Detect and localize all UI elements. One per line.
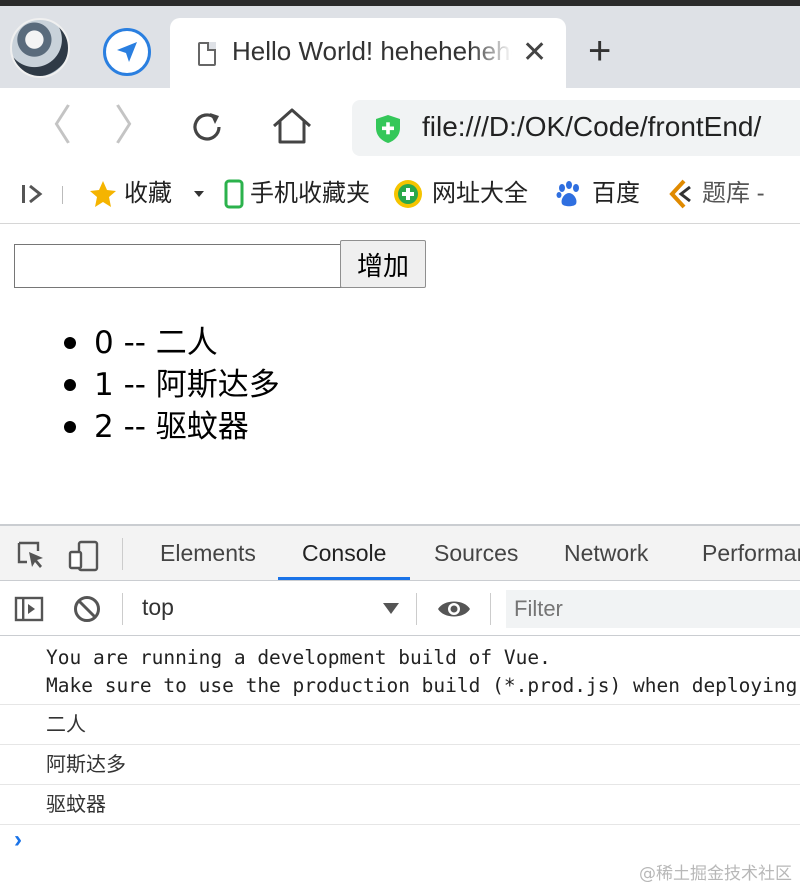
bookmark-label: 百度	[592, 180, 640, 207]
console-message: 阿斯达多	[0, 745, 800, 785]
todo-list: 0 -- 二人 1 -- 阿斯达多 2 -- 驱蚊器	[62, 322, 280, 448]
paw-icon	[556, 181, 579, 207]
inspect-element-icon[interactable]	[16, 540, 46, 570]
address-bar[interactable]: file:///D:/OK/Code/frontEnd/	[352, 100, 800, 156]
tab-active[interactable]: Hello World! hehehehehe ✕	[170, 18, 566, 88]
console-toolbar: top	[0, 582, 800, 636]
toolbar-divider	[416, 593, 417, 625]
page-content: 增加 0 -- 二人 1 -- 阿斯达多 2 -- 驱蚊器	[0, 224, 800, 524]
devtools-panel: Elements Console Sources Network Perform…	[0, 524, 800, 890]
console-message-vue-warning: You are running a development build of V…	[0, 636, 800, 705]
console-output: You are running a development build of V…	[0, 636, 800, 825]
chevron-logo-icon	[669, 179, 691, 209]
document-icon	[198, 42, 216, 66]
tab-title: Hello World! hehehehehe	[232, 36, 512, 66]
eye-icon[interactable]	[436, 594, 472, 624]
watermark: @稀土掘金技术社区	[639, 864, 792, 884]
tab-network[interactable]: Network	[564, 540, 648, 567]
tab-elements[interactable]: Elements	[160, 540, 256, 567]
bookmark-label: 收藏	[124, 180, 172, 207]
bookmark-item-favorites[interactable]: 收藏	[88, 178, 206, 210]
console-prompt[interactable]: ›	[14, 826, 22, 854]
navigation-arrow-icon[interactable]	[103, 28, 151, 76]
close-icon[interactable]: ✕	[522, 38, 547, 68]
sidebar-toggle-icon[interactable]	[18, 180, 46, 208]
console-message: 驱蚊器	[0, 785, 800, 825]
plus-globe-icon	[394, 180, 422, 208]
add-button[interactable]: 增加	[340, 240, 426, 288]
bookmarks-bar: 收藏 手机收藏夹 网址大全 百度 题库 -	[0, 166, 800, 224]
console-line: Make sure to use the production build (*…	[46, 674, 800, 697]
bookmark-label: 手机收藏夹	[250, 180, 370, 207]
context-selector[interactable]: top	[142, 594, 174, 621]
url-text: file:///D:/OK/Code/frontEnd/	[422, 111, 762, 142]
tab-sources[interactable]: Sources	[434, 540, 518, 567]
tab-performance[interactable]: Performance	[702, 540, 800, 567]
console-message: 二人	[0, 705, 800, 745]
browser-toolbar: 〈 〉 file:///D:/OK/Code/frontEnd/	[0, 88, 800, 166]
bookmark-item-mobile[interactable]: 手机收藏夹	[224, 178, 370, 210]
back-button[interactable]: 〈	[30, 105, 72, 147]
bookmarks-divider	[62, 186, 63, 204]
star-icon	[90, 181, 116, 207]
caret-down-icon[interactable]	[383, 603, 399, 614]
toolbar-divider	[122, 593, 123, 625]
toolbar-divider	[490, 593, 491, 625]
caret-down-icon[interactable]	[192, 187, 206, 201]
forward-button[interactable]: 〉	[114, 105, 156, 147]
device-toolbar-icon[interactable]	[68, 540, 99, 572]
avatar[interactable]	[10, 18, 70, 78]
list-item: 0 -- 二人	[62, 322, 280, 364]
bookmark-label: 题库 -	[702, 180, 765, 207]
secure-shield-icon	[374, 114, 402, 144]
tab-bar: Hello World! hehehehehe ✕ +	[0, 6, 800, 88]
bookmark-item-question-bank[interactable]: 题库 -	[666, 178, 765, 210]
phone-icon	[224, 179, 244, 209]
home-icon[interactable]	[270, 106, 314, 146]
bookmark-item-url-directory[interactable]: 网址大全	[392, 178, 528, 210]
new-tab-button[interactable]: +	[588, 31, 611, 71]
bookmark-label: 网址大全	[432, 180, 528, 207]
console-line: You are running a development build of V…	[46, 646, 551, 669]
show-sidebar-icon[interactable]	[14, 594, 44, 624]
list-item: 2 -- 驱蚊器	[62, 406, 280, 448]
todo-input[interactable]	[14, 244, 342, 288]
tab-console[interactable]: Console	[302, 540, 386, 567]
bookmark-item-baidu[interactable]: 百度	[554, 178, 640, 210]
list-item: 1 -- 阿斯达多	[62, 364, 280, 406]
devtools-tab-bar: Elements Console Sources Network Perform…	[0, 526, 800, 581]
reload-icon[interactable]	[188, 108, 226, 146]
clear-console-icon[interactable]	[72, 594, 102, 624]
tab-divider	[122, 538, 123, 570]
filter-input[interactable]	[506, 590, 800, 628]
active-tab-indicator	[278, 577, 410, 580]
